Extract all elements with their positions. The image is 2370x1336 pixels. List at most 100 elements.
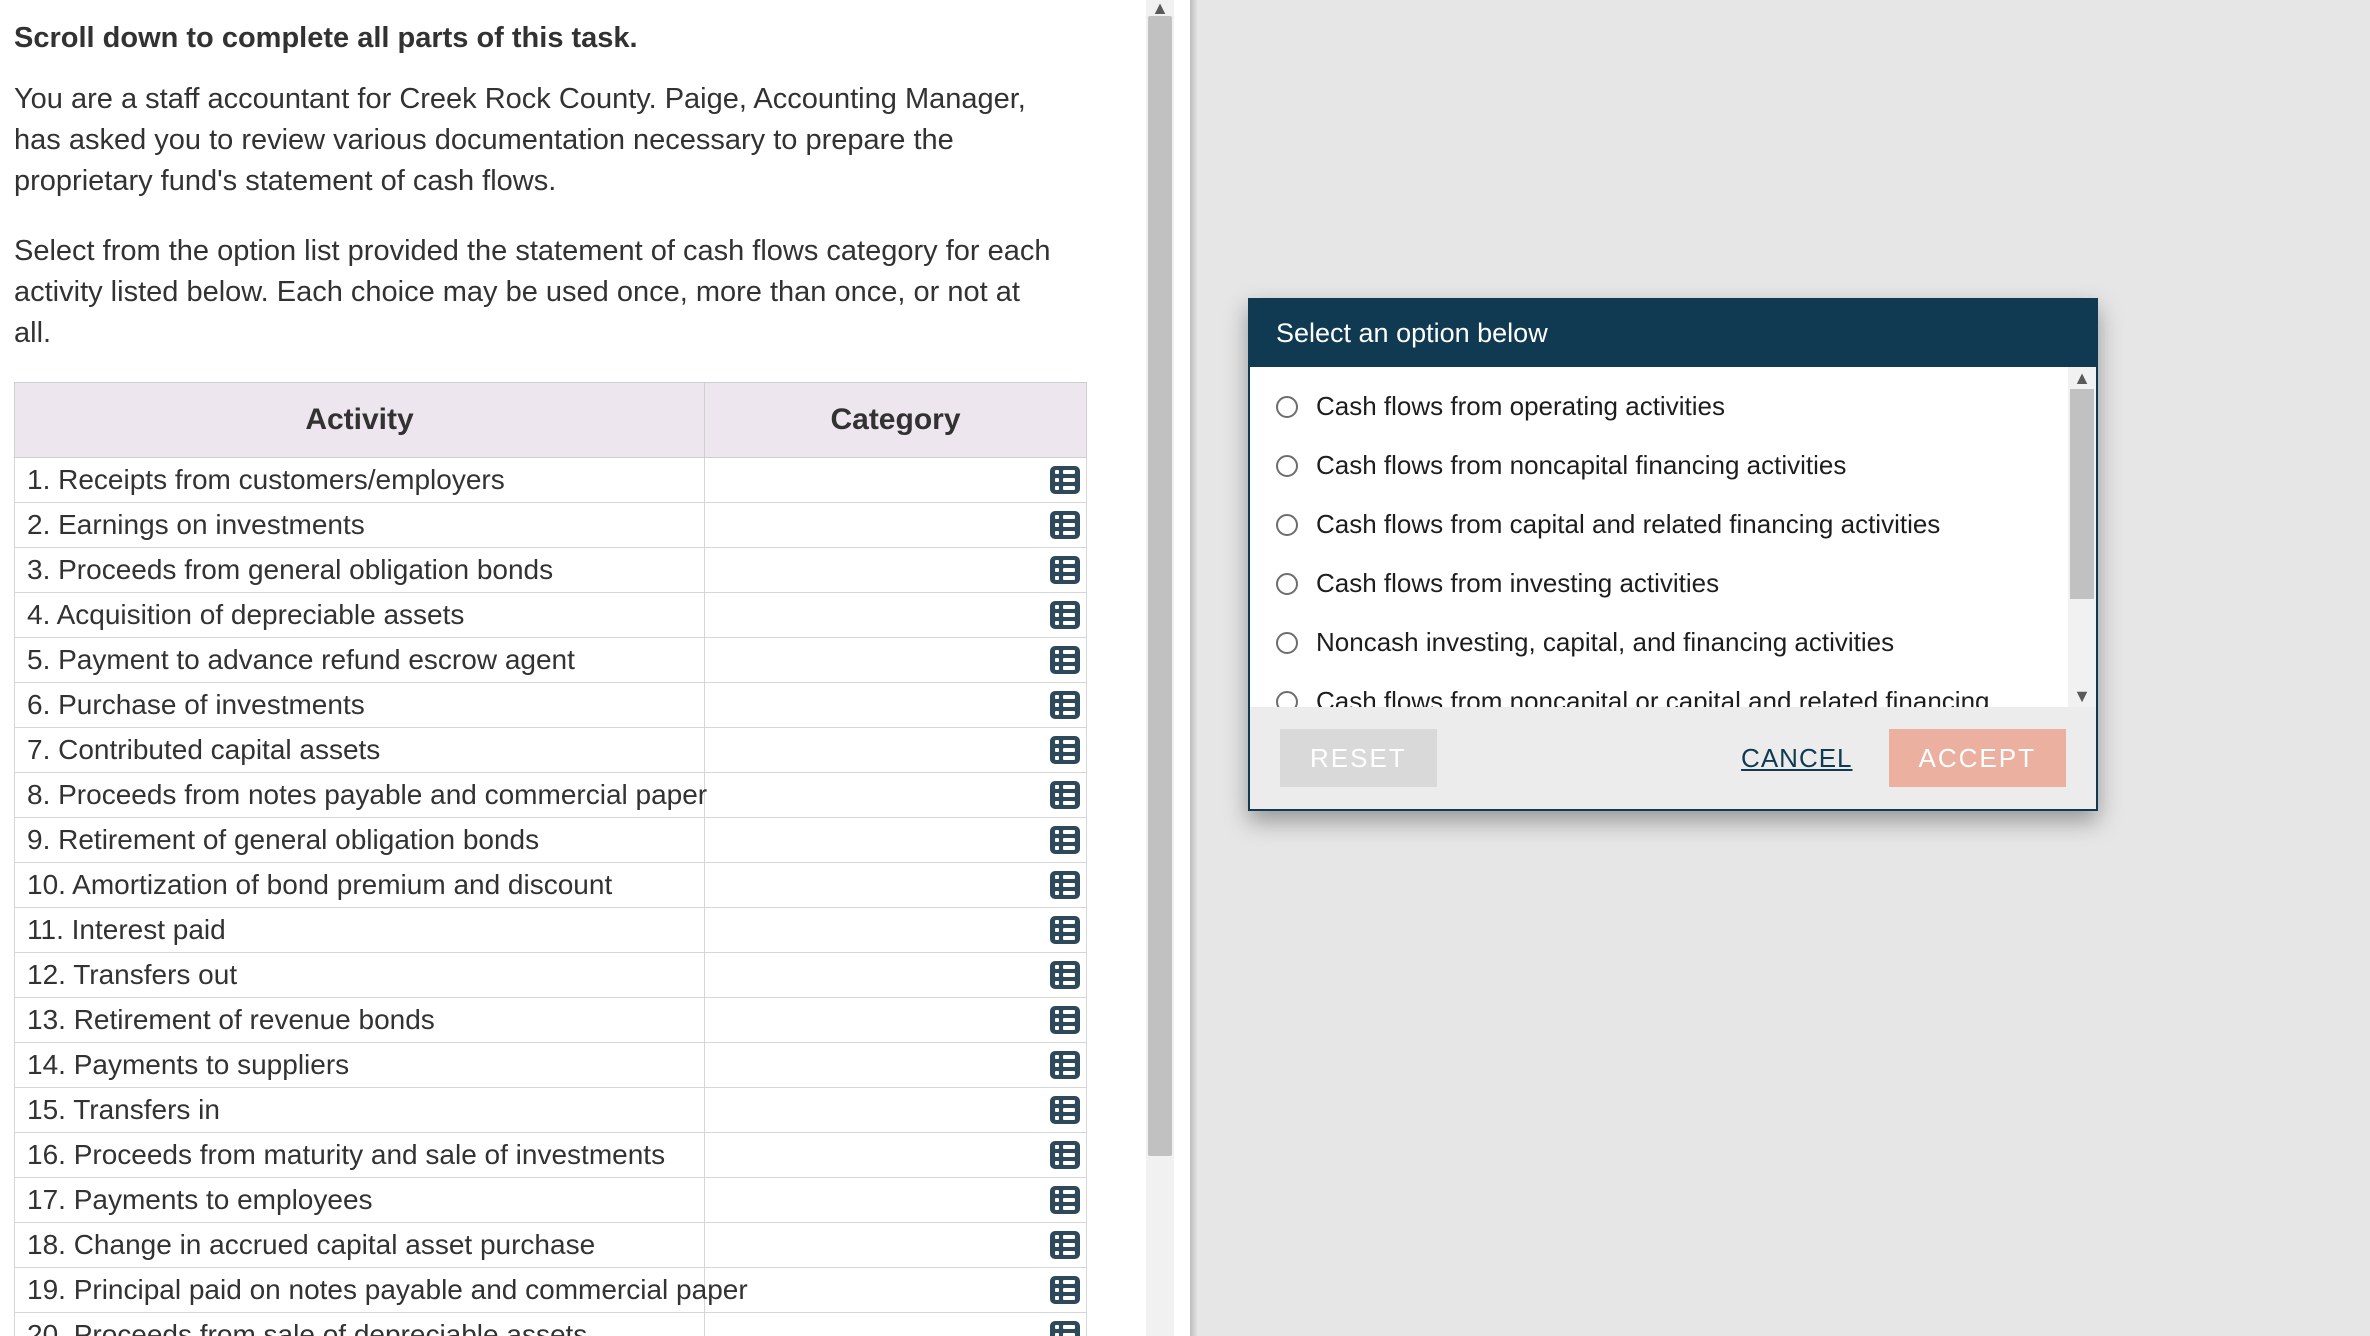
list-icon[interactable] — [1050, 916, 1080, 944]
table-row: 2. Earnings on investments — [15, 503, 1087, 548]
modal-option[interactable]: Cash flows from operating activities — [1270, 377, 2060, 436]
table-row: 19. Principal paid on notes payable and … — [15, 1268, 1087, 1313]
category-cell[interactable] — [705, 908, 1087, 953]
radio-icon[interactable] — [1276, 455, 1298, 477]
list-icon[interactable] — [1050, 1006, 1080, 1034]
list-icon[interactable] — [1050, 1051, 1080, 1079]
modal-option[interactable]: Noncash investing, capital, and financin… — [1270, 613, 2060, 672]
modal-option[interactable]: Cash flows from noncapital financing act… — [1270, 436, 2060, 495]
table-row: 4. Acquisition of depreciable assets — [15, 593, 1087, 638]
category-cell[interactable] — [705, 1088, 1087, 1133]
chevron-up-icon[interactable]: ▲ — [2068, 367, 2096, 389]
list-icon[interactable] — [1050, 781, 1080, 809]
cancel-button[interactable]: CANCEL — [1733, 729, 1860, 787]
table-row: 12. Transfers out — [15, 953, 1087, 998]
table-row: 13. Retirement of revenue bonds — [15, 998, 1087, 1043]
category-cell[interactable] — [705, 458, 1087, 503]
modal-option[interactable]: Cash flows from investing activities — [1270, 554, 2060, 613]
list-icon[interactable] — [1050, 1276, 1080, 1304]
radio-icon[interactable] — [1276, 573, 1298, 595]
list-icon[interactable] — [1050, 826, 1080, 854]
list-icon[interactable] — [1050, 466, 1080, 494]
list-icon[interactable] — [1050, 601, 1080, 629]
table-row: 11. Interest paid — [15, 908, 1087, 953]
left-scrollbar-thumb[interactable] — [1148, 16, 1172, 1156]
activity-cell: 16. Proceeds from maturity and sale of i… — [15, 1133, 705, 1178]
chevron-up-icon[interactable]: ▲ — [1146, 0, 1174, 16]
modal-option-label: Noncash investing, capital, and financin… — [1316, 627, 1894, 658]
category-cell[interactable] — [705, 1313, 1087, 1336]
left-scrollbar-track[interactable]: ▲ — [1146, 0, 1174, 1336]
table-row: 20. Proceeds from sale of depreciable as… — [15, 1313, 1087, 1336]
activity-cell: 8. Proceeds from notes payable and comme… — [15, 773, 705, 818]
category-cell[interactable] — [705, 683, 1087, 728]
radio-icon[interactable] — [1276, 691, 1298, 708]
list-icon[interactable] — [1050, 1321, 1080, 1336]
activity-cell: 20. Proceeds from sale of depreciable as… — [15, 1313, 705, 1336]
category-cell[interactable] — [705, 548, 1087, 593]
modal-option-label: Cash flows from operating activities — [1316, 391, 1725, 422]
category-cell[interactable] — [705, 503, 1087, 548]
modal-scrollbar-track[interactable]: ▲ ▼ — [2068, 367, 2096, 707]
category-cell[interactable] — [705, 1223, 1087, 1268]
activity-cell: 12. Transfers out — [15, 953, 705, 998]
scroll-instruction: Scroll down to complete all parts of thi… — [14, 22, 1096, 55]
activity-cell: 11. Interest paid — [15, 908, 705, 953]
category-cell[interactable] — [705, 773, 1087, 818]
chevron-down-icon[interactable]: ▼ — [2068, 685, 2096, 707]
list-icon[interactable] — [1050, 736, 1080, 764]
activity-cell: 3. Proceeds from general obligation bond… — [15, 548, 705, 593]
activity-cell: 10. Amortization of bond premium and dis… — [15, 863, 705, 908]
category-cell[interactable] — [705, 638, 1087, 683]
activity-cell: 7. Contributed capital assets — [15, 728, 705, 773]
list-icon[interactable] — [1050, 1096, 1080, 1124]
table-row: 17. Payments to employees — [15, 1178, 1087, 1223]
reset-button[interactable]: RESET — [1280, 729, 1437, 787]
modal-option-list: Cash flows from operating activities Cash… — [1250, 367, 2096, 707]
option-modal: Select an option below Cash flows from o… — [1248, 298, 2098, 811]
category-cell[interactable] — [705, 863, 1087, 908]
table-row: 7. Contributed capital assets — [15, 728, 1087, 773]
radio-icon[interactable] — [1276, 396, 1298, 418]
pane-divider-shadow — [1190, 0, 1198, 1336]
list-icon[interactable] — [1050, 1141, 1080, 1169]
activity-cell: 15. Transfers in — [15, 1088, 705, 1133]
list-icon[interactable] — [1050, 1231, 1080, 1259]
modal-title: Select an option below — [1250, 300, 2096, 367]
activity-cell: 18. Change in accrued capital asset purc… — [15, 1223, 705, 1268]
table-row: 10. Amortization of bond premium and dis… — [15, 863, 1087, 908]
list-icon[interactable] — [1050, 556, 1080, 584]
modal-option-label: Cash flows from noncapital financing act… — [1316, 450, 1846, 481]
activity-cell: 13. Retirement of revenue bonds — [15, 998, 705, 1043]
intro-paragraph-2: Select from the option list provided the… — [14, 231, 1064, 355]
list-icon[interactable] — [1050, 961, 1080, 989]
table-row: 8. Proceeds from notes payable and comme… — [15, 773, 1087, 818]
activity-table: Activity Category 1. Receipts from custo… — [14, 382, 1087, 1336]
category-cell[interactable] — [705, 953, 1087, 998]
list-icon[interactable] — [1050, 511, 1080, 539]
list-icon[interactable] — [1050, 871, 1080, 899]
category-cell[interactable] — [705, 1178, 1087, 1223]
category-cell[interactable] — [705, 998, 1087, 1043]
modal-option[interactable]: Cash flows from capital and related fina… — [1270, 495, 2060, 554]
list-icon[interactable] — [1050, 1186, 1080, 1214]
category-cell[interactable] — [705, 1043, 1087, 1088]
category-cell[interactable] — [705, 728, 1087, 773]
accept-button[interactable]: ACCEPT — [1889, 729, 2066, 787]
modal-option[interactable]: Cash flows from noncapital or capital an… — [1270, 672, 2060, 707]
category-cell[interactable] — [705, 818, 1087, 863]
table-row: 3. Proceeds from general obligation bond… — [15, 548, 1087, 593]
category-cell[interactable] — [705, 1133, 1087, 1178]
modal-scrollbar-thumb[interactable] — [2070, 389, 2094, 599]
category-cell[interactable] — [705, 1268, 1087, 1313]
modal-option-label: Cash flows from investing activities — [1316, 568, 1719, 599]
category-cell[interactable] — [705, 593, 1087, 638]
activity-cell: 1. Receipts from customers/employers — [15, 458, 705, 503]
list-icon[interactable] — [1050, 691, 1080, 719]
modal-footer: RESET CANCEL ACCEPT — [1250, 707, 2096, 809]
radio-icon[interactable] — [1276, 514, 1298, 536]
list-icon[interactable] — [1050, 646, 1080, 674]
table-row: 15. Transfers in — [15, 1088, 1087, 1133]
radio-icon[interactable] — [1276, 632, 1298, 654]
intro-paragraph-1: You are a staff accountant for Creek Roc… — [14, 79, 1064, 203]
